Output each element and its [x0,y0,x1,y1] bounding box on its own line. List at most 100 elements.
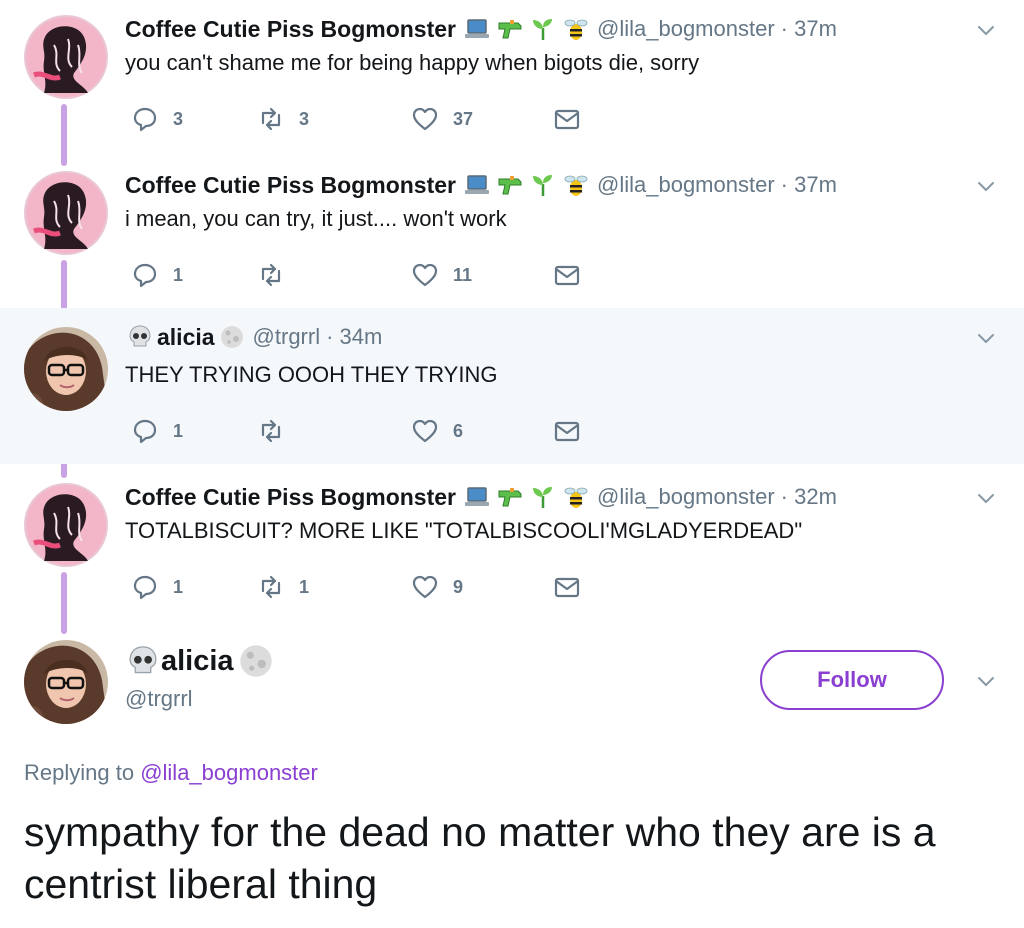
tweet-text: THEY TRYING OOOH THEY TRYING [125,362,498,387]
retweet-icon [261,419,281,443]
reply-icon [133,575,157,600]
replying-handle-link[interactable]: @lila_bogmonster [140,760,318,785]
moon-icon [236,642,276,680]
display-name[interactable]: Coffee Cutie Piss Bogmonster [125,16,456,43]
follow-button[interactable]: Follow [760,650,944,710]
timestamp[interactable]: · 37m [781,16,837,42]
envelope-icon [554,109,580,130]
like-count: 9 [453,576,464,597]
retweet-icon [261,263,281,287]
tweet[interactable]: alicia @trgrrl · 34m THEY TRYING OOOH TH… [0,308,1024,464]
handle[interactable]: @lila_bogmonster [597,172,775,198]
laptop-icon [462,172,492,198]
tweet-header: Coffee Cutie Piss Bogmonster @lila_bogmo… [125,14,837,44]
heart-icon [412,263,438,287]
main-name-row: alicia [125,641,276,681]
retweet-icon [261,107,281,131]
handle[interactable]: @trgrrl [253,324,321,350]
skull-icon [125,324,155,350]
like-count: 11 [453,264,473,285]
like-button[interactable]: 11 [411,260,472,290]
reply-icon [133,107,157,132]
water-gun-icon [495,172,525,198]
like-button[interactable]: 37 [411,104,473,134]
bee-icon [561,16,591,42]
timestamp[interactable]: · 34m [326,324,382,350]
chevron-down-icon[interactable] [974,18,998,42]
handle[interactable]: @lila_bogmonster [597,484,775,510]
chevron-down-icon[interactable] [974,486,998,510]
tweet-header: alicia @trgrrl · 34m [125,322,382,352]
avatar[interactable] [24,171,108,255]
bee-icon [561,484,591,510]
replying-prefix: Replying to [24,760,135,785]
name-emojis [462,484,591,510]
tweet[interactable]: Coffee Cutie Piss Bogmonster @lila_bogmo… [0,0,1024,156]
water-gun-icon [495,16,525,42]
heart-icon [412,419,438,443]
avatar[interactable] [24,483,108,567]
avatar[interactable] [24,15,108,99]
laptop-icon [462,484,492,510]
chevron-down-icon[interactable] [974,669,998,693]
retweet-count: 1 [299,576,310,597]
like-button[interactable]: 6 [411,416,463,446]
envelope-icon [554,577,580,598]
reply-button[interactable]: 1 [131,572,183,602]
reply-count: 1 [173,264,184,285]
display-name[interactable]: alicia [161,645,234,678]
tweet-text: i mean, you can try, it just.... won't w… [125,206,507,231]
name-emojis [462,16,591,42]
direct-message-button[interactable] [553,416,581,446]
seedling-icon [528,16,558,42]
heart-icon [412,107,438,131]
seedling-icon [528,172,558,198]
name-emojis-pre [125,324,155,350]
tweet-header: Coffee Cutie Piss Bogmonster @lila_bogmo… [125,170,837,200]
main-tweet-text: sympathy for the dead no matter who they… [24,809,936,907]
water-gun-icon [495,484,525,510]
reply-count: 1 [173,420,184,441]
tweet-header: Coffee Cutie Piss Bogmonster @lila_bogmo… [125,482,837,512]
reply-count: 3 [173,108,184,129]
reply-count: 1 [173,576,184,597]
envelope-icon [554,265,580,286]
avatar[interactable] [24,327,108,411]
handle[interactable]: @trgrrl [125,686,193,712]
reply-icon [133,263,157,288]
moon-icon [217,324,247,350]
chevron-down-icon[interactable] [974,326,998,350]
reply-button[interactable]: 1 [131,416,183,446]
display-name[interactable]: Coffee Cutie Piss Bogmonster [125,172,456,199]
handle[interactable]: @lila_bogmonster [597,16,775,42]
retweet-button[interactable]: 3 [257,104,309,134]
reply-button[interactable]: 3 [131,104,183,134]
retweet-button[interactable] [257,260,299,290]
retweet-button[interactable]: 1 [257,572,309,602]
retweet-button[interactable] [257,416,299,446]
display-name[interactable]: alicia [157,324,215,351]
avatar[interactable] [24,640,108,724]
timestamp[interactable]: · 32m [781,484,837,510]
like-count: 37 [453,108,474,129]
reply-button[interactable]: 1 [131,260,183,290]
chevron-down-icon[interactable] [974,174,998,198]
retweet-icon [261,575,281,599]
name-emojis [462,172,591,198]
reply-icon [133,419,157,444]
display-name[interactable]: Coffee Cutie Piss Bogmonster [125,484,456,511]
timestamp[interactable]: · 37m [781,172,837,198]
name-emojis [217,324,247,350]
direct-message-button[interactable] [553,260,581,290]
retweet-count: 3 [299,108,310,129]
like-button[interactable]: 9 [411,572,463,602]
replying-to: Replying to @lila_bogmonster [24,760,318,786]
direct-message-button[interactable] [553,572,581,602]
envelope-icon [554,421,580,442]
tweet[interactable]: Coffee Cutie Piss Bogmonster @lila_bogmo… [0,468,1024,624]
tweet[interactable]: Coffee Cutie Piss Bogmonster @lila_bogmo… [0,156,1024,312]
direct-message-button[interactable] [553,104,581,134]
tweet-text: you can't shame me for being happy when … [125,50,700,75]
heart-icon [412,575,438,599]
bee-icon [561,172,591,198]
